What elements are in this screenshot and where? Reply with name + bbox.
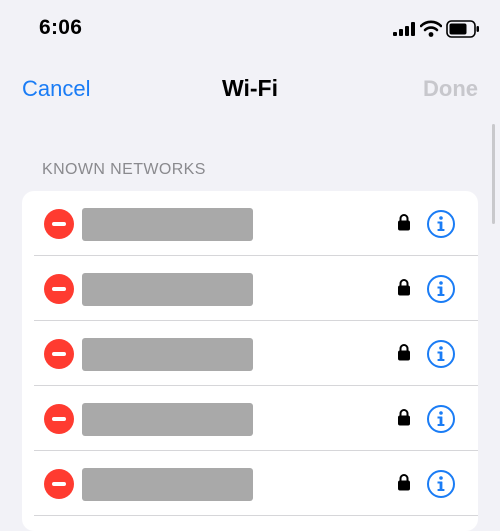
network-name-redacted: [82, 403, 253, 436]
network-row[interactable]: [22, 321, 478, 386]
network-name-redacted: [82, 468, 253, 501]
status-bar: 6:06: [0, 0, 500, 60]
info-icon[interactable]: [426, 209, 456, 239]
delete-minus-icon[interactable]: [44, 469, 74, 499]
delete-minus-icon[interactable]: [44, 209, 74, 239]
info-icon[interactable]: [426, 404, 456, 434]
network-name-redacted: [82, 338, 253, 371]
lock-icon: [397, 278, 411, 296]
row-divider: [34, 515, 478, 516]
lock-icon: [397, 408, 411, 426]
delete-minus-icon[interactable]: [44, 339, 74, 369]
network-row[interactable]: [22, 256, 478, 321]
network-name-redacted: [82, 208, 253, 241]
status-time: 6:06: [39, 16, 83, 39]
delete-minus-icon[interactable]: [44, 274, 74, 304]
network-name-redacted: [82, 273, 253, 306]
lock-icon: [397, 213, 411, 231]
wifi-icon: [420, 20, 442, 37]
delete-minus-icon[interactable]: [44, 404, 74, 434]
network-row[interactable]: [22, 191, 478, 256]
info-icon[interactable]: [426, 469, 456, 499]
lock-icon: [397, 473, 411, 491]
known-networks-list: [22, 191, 478, 531]
known-networks-header: KNOWN NETWORKS: [42, 161, 206, 178]
lock-icon: [397, 343, 411, 361]
info-icon[interactable]: [426, 274, 456, 304]
network-row[interactable]: [22, 386, 478, 451]
signal-icon: [393, 22, 415, 36]
battery-icon: [446, 20, 479, 38]
nav-bar: Cancel Wi-Fi Done: [0, 60, 500, 120]
network-row[interactable]: [22, 451, 478, 516]
scrollbar[interactable]: [492, 124, 495, 224]
info-icon[interactable]: [426, 339, 456, 369]
done-button[interactable]: Done: [423, 76, 478, 102]
